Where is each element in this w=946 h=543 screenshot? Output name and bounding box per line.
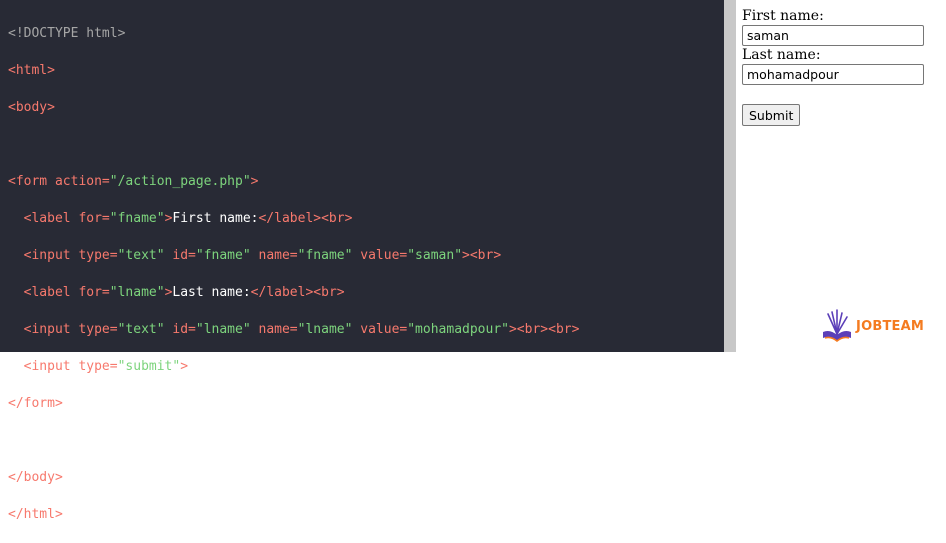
result-form: First name: Last name: Submit: [736, 0, 946, 126]
input-attr: type=: [78, 247, 118, 263]
input-attr-value: "saman": [407, 247, 463, 263]
form-attr-value: "/action_page.php": [109, 173, 251, 189]
form-close-tag: </form>: [8, 395, 63, 411]
label-attr: for=: [78, 210, 110, 226]
input-attr-value: "text": [117, 247, 165, 263]
label-attr-value: "lname": [109, 284, 165, 300]
logo-text: JOBTEAM: [856, 318, 924, 334]
html-open-tag: <html>: [8, 62, 55, 78]
html-close-tag: </html>: [8, 506, 63, 522]
body-close-tag: </body>: [8, 469, 63, 485]
form-tag: <form: [8, 173, 55, 189]
input-attr-value: "lname": [297, 321, 353, 337]
code-editor: <!DOCTYPE html> <html> <body> <form acti…: [0, 0, 724, 522]
input-tag: <input: [23, 358, 79, 374]
code-line-5: <form action="/action_page.php">: [8, 173, 724, 192]
label-tag: <label: [23, 284, 79, 300]
input-attr: name=: [258, 247, 298, 263]
label-text: First name:: [172, 210, 259, 226]
form-tag-close: >: [250, 173, 259, 189]
book-logo-icon: [823, 309, 852, 343]
last-name-label: Last name:: [742, 47, 821, 63]
code-line-13: </body>: [8, 469, 724, 488]
input-attr: type=: [78, 321, 118, 337]
input-attr-value: "text": [117, 321, 165, 337]
input-attr-value: "submit": [117, 358, 181, 374]
code-line-14: </html>: [8, 506, 724, 525]
label-text: Last name:: [172, 284, 251, 300]
code-line-8: <label for="lname">Last name:</label><br…: [8, 284, 724, 303]
input-attr-value: "lname": [195, 321, 251, 337]
doctype-text: <!DOCTYPE html>: [8, 25, 126, 41]
input-attr: name=: [258, 321, 298, 337]
code-line-9: <input type="text" id="lname" name="lnam…: [8, 321, 724, 340]
label-attr-value: "fname": [109, 210, 165, 226]
result-pane: First name: Last name: Submit JOBTEAM: [736, 0, 946, 352]
input-tag-close: ><br>: [462, 247, 502, 263]
label-tag: <label: [23, 210, 79, 226]
code-line-3: <body>: [8, 99, 724, 118]
label-end-tag: </label><br>: [250, 284, 345, 300]
code-line-2: <html>: [8, 62, 724, 81]
pane-divider[interactable]: [724, 0, 736, 352]
last-name-input[interactable]: [742, 64, 924, 85]
input-tag-close: ><br><br>: [508, 321, 580, 337]
input-attr: value=: [360, 321, 408, 337]
input-attr-value: "fname": [297, 247, 353, 263]
code-line-1: <!DOCTYPE html>: [8, 25, 724, 44]
submit-button[interactable]: Submit: [742, 104, 801, 126]
input-attr: id=: [172, 247, 196, 263]
input-attr-value: "mohamadpour": [407, 321, 509, 337]
first-name-input[interactable]: [742, 25, 924, 46]
body-open-tag: <body>: [8, 99, 55, 115]
code-line-10: <input type="submit">: [8, 358, 724, 377]
input-attr: id=: [172, 321, 196, 337]
input-attr: type=: [78, 358, 118, 374]
input-tag: <input: [23, 321, 79, 337]
label-end-tag: </label><br>: [258, 210, 353, 226]
form-spacer: [742, 86, 946, 104]
code-line-11: </form>: [8, 395, 724, 414]
input-tag-close: >: [180, 358, 189, 374]
input-attr: value=: [360, 247, 408, 263]
form-attr: action=: [54, 173, 110, 189]
jobteam-logo: JOBTEAM: [820, 308, 924, 344]
code-line-7: <input type="text" id="fname" name="fnam…: [8, 247, 724, 266]
label-attr: for=: [78, 284, 110, 300]
input-tag: <input: [23, 247, 79, 263]
first-name-label: First name:: [742, 8, 824, 24]
code-line-6: <label for="fname">First name:</label><b…: [8, 210, 724, 229]
input-attr-value: "fname": [195, 247, 251, 263]
